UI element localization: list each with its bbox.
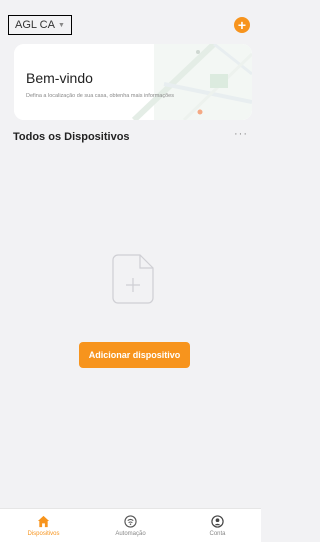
- add-device-button[interactable]: Adicionar dispositivo: [79, 342, 190, 368]
- tab-devices[interactable]: Dispositivos: [0, 509, 87, 542]
- tab-account[interactable]: Conta: [174, 509, 261, 542]
- welcome-title: Bem-vindo: [26, 70, 93, 86]
- bottom-tab-bar: Dispositivos Automação Conta: [0, 508, 261, 542]
- add-icon[interactable]: +: [234, 17, 250, 33]
- home-icon: [37, 515, 50, 528]
- devices-section-title: Todos os Dispositivos: [13, 131, 130, 143]
- tab-label-devices: Dispositivos: [27, 531, 60, 537]
- welcome-subtitle: Defina a localização de sua casa, obtenh…: [26, 93, 174, 99]
- tab-label-automation: Automação: [115, 531, 146, 537]
- welcome-card[interactable]: Bem-vindo Defina a localização de sua ca…: [14, 44, 252, 120]
- caret-down-icon: ▼: [57, 21, 65, 29]
- tab-label-account: Conta: [209, 531, 226, 537]
- more-icon[interactable]: ···: [234, 128, 248, 140]
- automation-icon: [124, 515, 137, 528]
- tab-automation[interactable]: Automação: [87, 509, 174, 542]
- home-name: AGL CA: [15, 19, 55, 31]
- home-selector[interactable]: AGL CA ▼: [8, 15, 72, 35]
- account-icon: [211, 515, 224, 528]
- empty-document-icon: [112, 254, 154, 304]
